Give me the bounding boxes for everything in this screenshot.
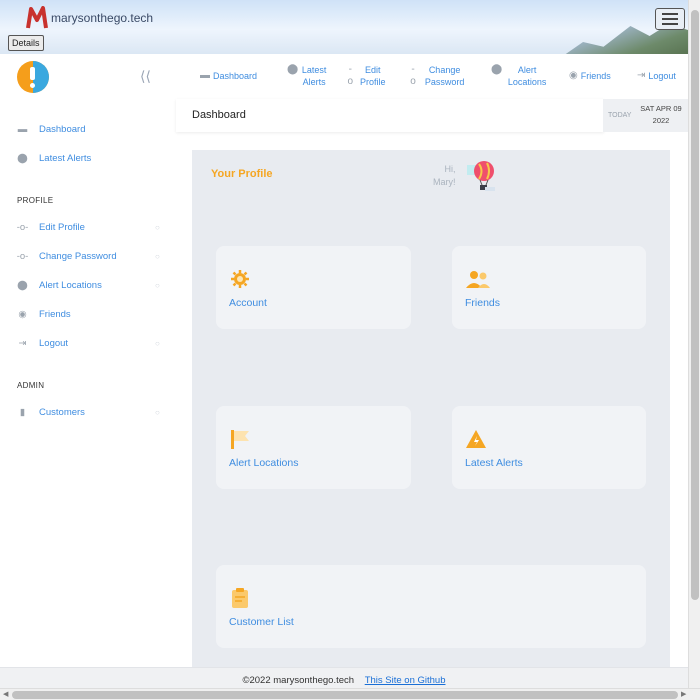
- copyright-text: ©2022 marysonthego.tech: [242, 675, 355, 686]
- chevron-icon: ○: [155, 339, 160, 348]
- sidebar-heading-admin: ADMIN: [17, 381, 45, 390]
- horizontal-scroll-thumb[interactable]: [12, 691, 678, 699]
- card-label: Customer List: [229, 616, 294, 628]
- card-label: Latest Alerts: [465, 457, 523, 469]
- brand-link[interactable]: marysonthego.tech: [26, 6, 153, 30]
- collapse-sidebar-icon[interactable]: ⟨⟨: [140, 68, 151, 85]
- people-icon: ◉: [18, 309, 27, 320]
- menu-toggle-button[interactable]: [655, 8, 685, 30]
- footer: ©2022 marysonthego.tech This Site on Git…: [0, 667, 688, 689]
- current-date: SAT APR 09 2022: [640, 104, 682, 125]
- people-icon: [466, 271, 490, 288]
- topnav-friends[interactable]: ◉ Friends: [569, 70, 611, 82]
- sidebar-item-change-password[interactable]: -o- Change Password: [16, 251, 117, 262]
- keyboard-icon: ▬: [200, 70, 210, 81]
- card-friends[interactable]: Friends: [452, 246, 646, 329]
- map-pin-icon: ⬤: [287, 64, 299, 75]
- card-label: Account: [229, 297, 267, 309]
- sidebar-item-logout[interactable]: ⇥ Logout: [16, 338, 69, 349]
- topnav-edit-profile[interactable]: -o Edit Profile: [347, 64, 389, 88]
- topnav-dashboard[interactable]: ▬ Dashboard: [200, 70, 257, 82]
- clipboard-icon: ▮: [19, 407, 26, 418]
- sidebar-heading-profile: PROFILE: [17, 196, 54, 205]
- topnav-latest-alerts[interactable]: ⬤ Latest Alerts: [287, 64, 327, 88]
- warning-icon: [466, 430, 486, 448]
- link-icon: -o-: [16, 251, 29, 262]
- sidebar-item-friends[interactable]: ◉ Friends: [16, 309, 70, 320]
- hot-air-balloon-icon: [467, 161, 495, 191]
- chevron-icon: ○: [155, 281, 160, 290]
- logout-icon: ⇥: [18, 338, 27, 349]
- card-latest-alerts[interactable]: Latest Alerts: [452, 406, 646, 489]
- vertical-scroll-thumb[interactable]: [691, 10, 699, 600]
- brand-logo-icon: [26, 6, 48, 29]
- logout-icon: ⇥: [637, 70, 646, 81]
- sidebar-item-alert-locations[interactable]: ⬤ Alert Locations: [16, 280, 102, 291]
- sidebar-item-latest-alerts[interactable]: ⬤ Latest Alerts: [16, 153, 91, 164]
- card-alert-locations[interactable]: Alert Locations: [216, 406, 411, 489]
- card-customer-list[interactable]: Customer List: [216, 565, 646, 648]
- sidebar-item-edit-profile[interactable]: -o- Edit Profile: [16, 222, 85, 233]
- page-title: Dashboard: [192, 109, 246, 121]
- chevron-icon: ○: [155, 223, 160, 232]
- sidebar-item-dashboard[interactable]: ▬ Dashboard: [16, 124, 86, 135]
- scroll-left-icon[interactable]: ◀: [3, 690, 8, 698]
- topnav-change-password[interactable]: -o Change Password: [410, 64, 470, 88]
- profile-title: Your Profile: [211, 168, 273, 180]
- map-pin-icon: ⬤: [491, 64, 503, 75]
- gear-icon: [231, 270, 249, 288]
- clipboard-icon: [232, 588, 248, 608]
- flag-icon: [231, 430, 249, 449]
- scroll-right-icon[interactable]: ▶: [681, 690, 686, 698]
- brand-name: marysonthego.tech: [51, 11, 154, 25]
- today-label: TODAY: [608, 112, 632, 119]
- card-account[interactable]: Account: [216, 246, 411, 329]
- horizontal-scrollbar[interactable]: ◀ ▶: [0, 688, 700, 700]
- link-icon: -o: [410, 64, 416, 87]
- sidebar-item-customers[interactable]: ▮ Customers: [16, 407, 85, 418]
- tooltip: Details: [8, 35, 44, 51]
- card-label: Friends: [465, 297, 501, 309]
- link-icon: -o-: [16, 222, 29, 233]
- card-label: Alert Locations: [229, 457, 299, 469]
- greeting: Hi, Mary!: [433, 164, 456, 187]
- keyboard-icon: ▬: [17, 124, 28, 135]
- topnav-alert-locations[interactable]: ⬤ Alert Locations: [491, 64, 549, 88]
- vertical-scrollbar[interactable]: [688, 0, 700, 688]
- map-pin-icon: ⬤: [17, 280, 28, 291]
- page-header: Dashboard: [176, 99, 604, 132]
- topnav-logout[interactable]: ⇥ Logout: [637, 70, 676, 82]
- github-link[interactable]: This Site on Github: [365, 675, 446, 686]
- app-logo-icon: [17, 61, 49, 93]
- map-pin-icon: ⬤: [17, 153, 28, 164]
- main-panel: Your Profile Hi, Mary! Account Friends A…: [192, 150, 670, 670]
- link-icon: -o: [347, 64, 354, 87]
- date-box: TODAY SAT APR 09 2022: [603, 99, 688, 132]
- people-icon: ◉: [569, 70, 578, 81]
- chevron-icon: ○: [155, 252, 160, 261]
- chevron-icon: ○: [155, 408, 160, 417]
- sidebar: ⟨⟨ ▬ Dashboard ⬤ Latest Alerts PROFILE -o-…: [0, 54, 175, 667]
